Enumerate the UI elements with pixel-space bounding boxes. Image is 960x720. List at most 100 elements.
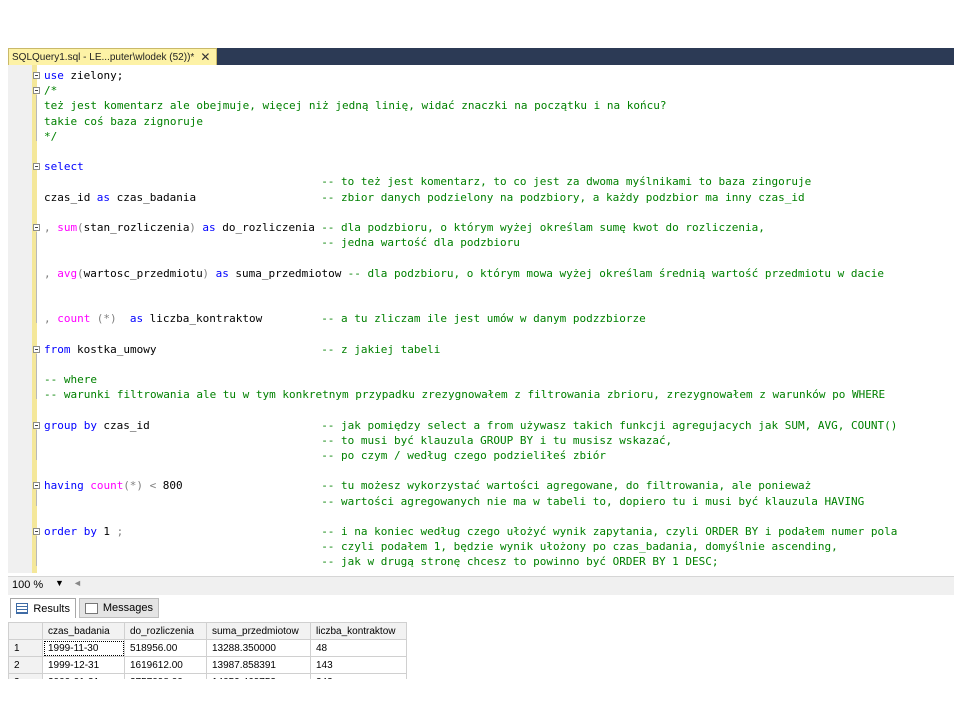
code-token: też jest komentarz ale obejmuje, więcej … — [44, 99, 667, 113]
code-line[interactable]: , sum(stan_rozliczenia) as do_rozliczeni… — [8, 220, 948, 235]
close-icon[interactable]: ✕ — [200, 50, 210, 64]
code-line[interactable]: -- jedna wartość dla podzbioru — [8, 235, 948, 250]
grid-cell[interactable]: 243 — [310, 673, 407, 679]
code-token: -- warunki filtrowania ale tu w tym konk… — [44, 388, 886, 402]
fold-collapse-icon[interactable] — [33, 345, 40, 353]
results-grid[interactable]: czas_badania do_rozliczenia suma_przedmiot… — [8, 619, 954, 679]
code-line[interactable]: select — [8, 159, 948, 174]
code-token: 1 — [96, 525, 117, 538]
table-row[interactable]: 1 1999-11-30 518956.00 13288.350000 48 — [8, 639, 407, 657]
fold-guide — [36, 353, 37, 400]
code-line[interactable]: order by 1 ; -- i na koniec według czego … — [8, 524, 948, 539]
fold-collapse-icon[interactable] — [33, 163, 40, 171]
code-token: count — [50, 312, 91, 326]
code-token: -- czyli podałem 1, będzie wynik ułożony… — [321, 540, 838, 554]
code-token: czas_id — [96, 418, 150, 432]
row-number[interactable]: 3 — [8, 673, 43, 679]
grid-cell[interactable]: 2000-01-31 — [42, 673, 125, 679]
row-number[interactable]: 1 — [8, 639, 43, 657]
grid-cell[interactable]: 13288.350000 — [206, 639, 311, 657]
grid-cell[interactable]: 1619612.00 — [124, 656, 207, 674]
code-token: -- i na koniec według czego ułożyć wynik… — [321, 525, 898, 538]
grid-cell[interactable]: 2757098.00 — [124, 673, 207, 679]
code-token: -- dla podzbioru, o którym wyżej określa… — [321, 221, 765, 234]
code-line[interactable]: też jest komentarz ale obejmuje, więcej … — [8, 98, 948, 113]
tab-sqlquery1[interactable]: SQLQuery1.sql - LE...puter\wlodek (52))*… — [8, 48, 218, 65]
code-line[interactable]: group by czas_id -- jak pomiędzy select a… — [8, 418, 948, 433]
grid-column-header[interactable]: liczba_kontraktow — [310, 622, 407, 640]
code-token: -- jak pomiędzy select a from używasz ta… — [321, 418, 898, 432]
fold-collapse-icon[interactable] — [33, 421, 40, 429]
code-line[interactable]: /* — [8, 83, 948, 98]
fold-collapse-icon[interactable] — [33, 87, 40, 95]
code-token: -- wartości agregowanych nie ma w tabeli… — [321, 494, 865, 508]
code-line[interactable]: from kostka_umowy -- z jakiej tabeli — [8, 342, 948, 357]
scroll-left-icon[interactable]: ◄ — [73, 578, 82, 588]
tab-results[interactable]: Results — [10, 598, 76, 618]
code-token: */ — [44, 129, 58, 143]
query-editor[interactable]: use zielony;/* też jest komentarz ale obe… — [8, 65, 954, 573]
code-line[interactable]: use zielony; — [8, 68, 948, 83]
code-line[interactable]: having count (*) < 800 -- tu możesz wykorz… — [8, 478, 948, 493]
results-tabstrip: Results Messages — [8, 597, 954, 619]
code-line[interactable]: -- wartości agregowanych nie ma w tabeli… — [8, 494, 948, 509]
grid-column-header[interactable]: czas_badania — [42, 622, 125, 640]
code-line[interactable]: czas_id as czas_badania -- zbior danych p… — [8, 190, 948, 205]
fold-guide — [36, 490, 37, 506]
code-token: group by — [44, 418, 97, 432]
grid-cell[interactable]: 1999-11-30 — [42, 639, 125, 657]
code-line[interactable]: -- jak w drugą stronę chcesz to powinno … — [8, 554, 948, 569]
code-token: -- z jakiej tabeli — [321, 342, 441, 356]
fold-collapse-icon[interactable] — [33, 72, 40, 79]
code-line[interactable]: -- to musi być klauzula GROUP BY i tu mu… — [8, 433, 948, 448]
code-line[interactable]: -- po czym / według czego podzieliłeś zb… — [8, 448, 948, 463]
fold-collapse-icon[interactable] — [33, 482, 40, 490]
code-line[interactable]: , avg(wartosc_przedmiotu) as suma_przedm… — [8, 266, 948, 281]
code-line[interactable]: */ — [8, 129, 948, 144]
fold-guide — [36, 95, 37, 141]
results-table: czas_badania do_rozliczenia suma_przedmiot… — [8, 622, 407, 679]
fold-collapse-icon[interactable] — [33, 224, 40, 231]
code-token: liczba_kontraktow — [143, 312, 263, 326]
code-token: zielony; — [63, 69, 124, 82]
grid-column-header[interactable]: do_rozliczenia — [124, 622, 207, 640]
code-token: -- to też jest komentarz, to co jest za … — [321, 175, 812, 189]
tab-messages[interactable]: Messages — [79, 598, 159, 618]
code-token: avg — [50, 266, 78, 280]
code-token: ; — [116, 525, 124, 538]
tab-title: SQLQuery1.sql - LE...puter\wlodek (52))* — [12, 51, 195, 63]
code-line[interactable]: -- czyli podałem 1, będzie wynik ułożony… — [8, 539, 948, 554]
code-line[interactable]: -- where — [8, 372, 948, 387]
code-token: as — [195, 221, 216, 234]
grid-cell[interactable]: 13987.858391 — [206, 656, 311, 674]
code-token: -- zbior danych podzielony na podzbiory,… — [321, 190, 805, 204]
code-line[interactable]: -- warunki filtrowania ale tu w tym konk… — [8, 387, 948, 402]
code-token: czas_badania — [110, 190, 197, 204]
code-token: as — [116, 312, 144, 326]
code-token: stan_rozliczenia — [83, 221, 190, 234]
code-line[interactable]: , count (*) as liczba_kontraktow -- a tu … — [8, 311, 948, 326]
code-token: (*) — [90, 312, 117, 326]
fold-guide — [36, 536, 37, 567]
code-token: wartosc_przedmiotu — [83, 266, 203, 280]
code-token: do_rozliczenia — [215, 221, 315, 234]
row-number[interactable]: 2 — [8, 656, 43, 674]
grid-cell[interactable]: 14059.469753 — [206, 673, 311, 679]
code-line[interactable]: -- to też jest komentarz, to co jest za … — [8, 174, 948, 189]
grid-cell[interactable]: 48 — [310, 639, 407, 657]
grid-column-header[interactable]: suma_przedmiotow — [206, 622, 311, 640]
fold-collapse-icon[interactable] — [33, 528, 40, 535]
zoom-level[interactable]: 100 % — [12, 579, 43, 591]
chevron-down-icon[interactable]: ▼ — [55, 578, 64, 588]
code-token: suma_przedmiotow — [228, 266, 342, 280]
table-row[interactable]: 32000-01-312757098.0014059.469753243 — [8, 673, 407, 679]
code-token: -- a tu zliczam ile jest umów w danym po… — [321, 312, 646, 326]
grid-cell[interactable]: 518956.00 — [124, 639, 207, 657]
grid-cell[interactable]: 1999-12-31 — [42, 656, 125, 674]
table-row[interactable]: 2 1999-12-31 1619612.00 13987.858391 143 — [8, 656, 407, 674]
grid-cell[interactable]: 143 — [310, 656, 407, 674]
grid-corner[interactable] — [8, 622, 43, 640]
fold-guide — [36, 429, 37, 460]
code-token: (*) — [123, 479, 144, 493]
code-line[interactable]: takie coś baza zignoruje — [8, 114, 948, 129]
